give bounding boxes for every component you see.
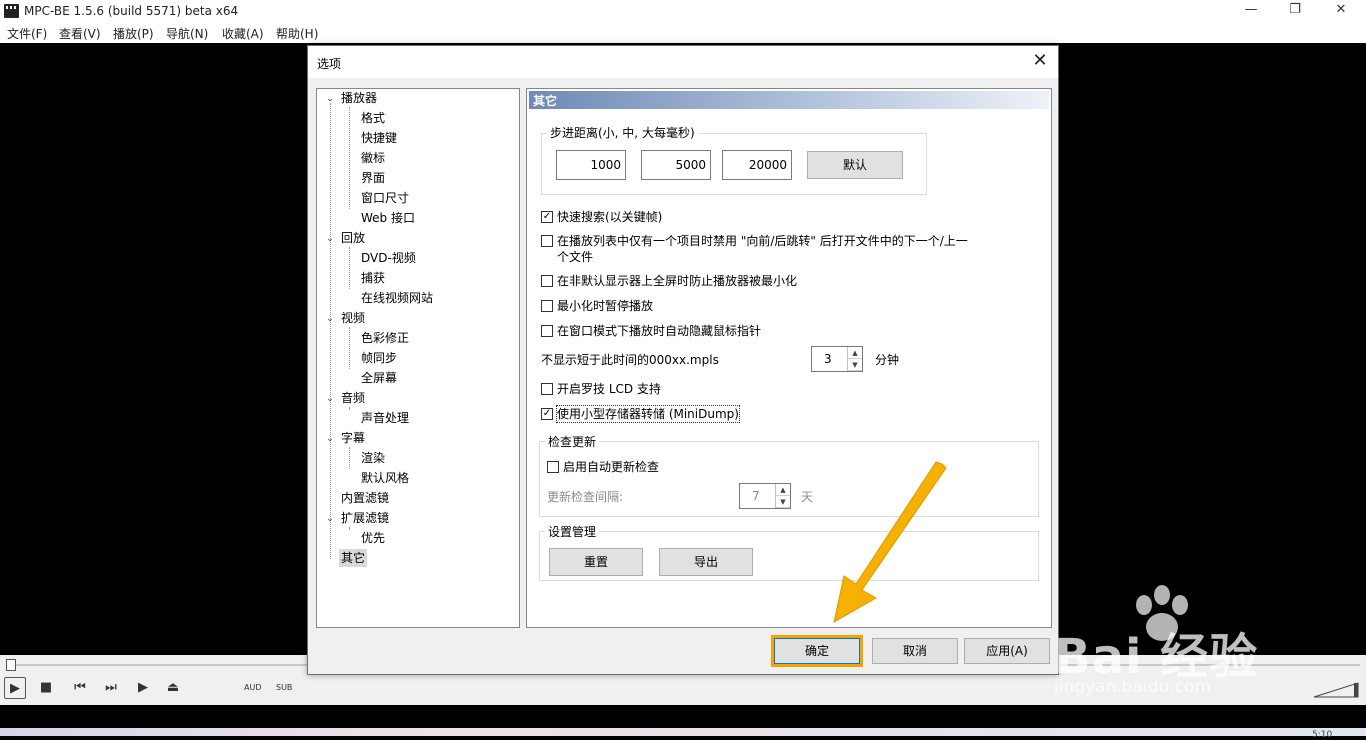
menu-file[interactable]: 文件(F): [7, 25, 47, 42]
step-medium-input[interactable]: 5000: [641, 150, 711, 180]
play-button[interactable]: ▶: [4, 677, 26, 699]
tree-item-formats[interactable]: 格式: [361, 109, 385, 127]
watermark-url: jingyan.baidu.com: [1054, 677, 1211, 697]
update-interval-unit: 天: [801, 490, 814, 504]
audio-track-button[interactable]: AUD: [244, 683, 262, 692]
close-window-button[interactable]: ✕: [1318, 0, 1364, 22]
dialog-titlebar: 选项 ✕: [308, 46, 1058, 78]
tree-item-capture[interactable]: 捕获: [361, 269, 385, 287]
tree-item-video[interactable]: 视频: [341, 309, 365, 327]
menu-navigate[interactable]: 导航(N): [166, 25, 208, 42]
window-title: MPC-BE 1.5.6 (build 5571) beta x64: [24, 4, 239, 18]
cancel-button[interactable]: 取消: [872, 638, 958, 664]
mpls-label: 不显示短于此时间的000xx.mpls: [541, 353, 719, 367]
misc-settings-panel: 其它 步进距离(小, 中, 大每毫秒) 1000 5000 20000 默认 ✓…: [526, 88, 1052, 628]
collapse-icon[interactable]: ⌄: [325, 434, 335, 444]
disable-prev-next-checkbox[interactable]: 在播放列表中仅有一个项目时禁用 "向前/后跳转" 后打开文件中的下一个/上一 个…: [541, 233, 1011, 267]
apply-button[interactable]: 应用(A): [964, 638, 1050, 664]
tree-item-subtitles[interactable]: 字幕: [341, 429, 365, 447]
tree-item-default-style[interactable]: 默认风格: [361, 469, 409, 487]
ok-button[interactable]: 确定: [774, 638, 860, 664]
fast-seek-checkbox[interactable]: ✓ 快速搜索(以关键帧): [541, 209, 921, 227]
mpls-spinner[interactable]: 3 ▲ ▼: [811, 346, 863, 372]
pause-minimized-checkbox[interactable]: 最小化时暂停播放: [541, 298, 841, 316]
tree-item-sound-processing[interactable]: 声音处理: [361, 409, 409, 427]
check-updates-label: 检查更新: [545, 433, 600, 450]
tree-item-fullscreen[interactable]: 全屏幕: [361, 369, 397, 387]
update-interval-spinner: 7 ▲ ▼: [739, 483, 791, 509]
step-large-input[interactable]: 20000: [722, 150, 792, 180]
tree-item-online-video[interactable]: 在线视频网站: [361, 289, 433, 307]
step-default-button[interactable]: 默认: [807, 151, 903, 179]
menubar: 文件(F) 查看(V) 播放(P) 导航(N) 收藏(A) 帮助(H): [0, 22, 1366, 43]
menu-view[interactable]: 查看(V): [59, 25, 101, 42]
tree-item-window-size[interactable]: 窗口尺寸: [361, 189, 409, 207]
tree-item-priority[interactable]: 优先: [361, 529, 385, 547]
menu-favorites[interactable]: 收藏(A): [222, 25, 264, 42]
previous-button[interactable]: ⏮: [69, 677, 91, 699]
collapse-icon[interactable]: ⌄: [325, 514, 335, 524]
hide-cursor-checkbox[interactable]: 在窗口模式下播放时自动隐藏鼠标指针: [541, 323, 941, 341]
collapse-icon[interactable]: ⌄: [325, 394, 335, 404]
baidu-watermark: Bai 经验 jingyan.baidu.com: [1050, 585, 1350, 705]
spin-down-icon: ▼: [776, 496, 790, 508]
tree-item-internal-filters[interactable]: 内置滤镜: [341, 489, 389, 507]
tree-item-logo[interactable]: 徽标: [361, 149, 385, 167]
checkmark-icon: ✓: [541, 211, 553, 223]
spin-down-icon[interactable]: ▼: [848, 359, 862, 371]
seek-handle[interactable]: [6, 659, 16, 671]
panel-header-title: 其它: [533, 94, 558, 108]
collapse-icon[interactable]: ⌄: [325, 314, 335, 324]
maximize-button[interactable]: ❐: [1272, 0, 1318, 22]
window-titlebar: MPC-BE 1.5.6 (build 5571) beta x64 — ❐ ✕: [0, 0, 1366, 22]
auto-update-checkbox[interactable]: 启用自动更新检查: [547, 459, 747, 477]
prevent-minimize-checkbox[interactable]: 在非默认显示器上全屏时防止播放器被最小化: [541, 273, 941, 291]
frame-step-button[interactable]: ▶: [132, 677, 154, 699]
tree-item-interface[interactable]: 界面: [361, 169, 385, 187]
tree-item-player[interactable]: 播放器: [341, 89, 377, 107]
step-distance-label: 步进距离(小, 中, 大每毫秒): [547, 124, 698, 141]
mpls-unit: 分钟: [875, 353, 900, 367]
tree-item-misc[interactable]: 其它: [339, 549, 368, 567]
minidump-checkbox[interactable]: ✓ 使用小型存储器转储 (MiniDump): [541, 405, 841, 424]
tree-item-rendering[interactable]: 渲染: [361, 449, 385, 467]
minimize-button[interactable]: —: [1228, 0, 1274, 22]
mpc-be-app-icon: [4, 4, 19, 18]
subtitle-track-button[interactable]: SUB: [276, 683, 292, 692]
export-button[interactable]: 导出: [659, 548, 753, 576]
step-small-input[interactable]: 1000: [556, 150, 626, 180]
next-button[interactable]: ⏭: [100, 677, 122, 699]
tree-item-dvd[interactable]: DVD-视频: [361, 249, 416, 267]
dialog-close-button[interactable]: ✕: [1028, 50, 1052, 74]
tree-item-color-correction[interactable]: 色彩修正: [361, 329, 409, 347]
spin-up-icon: ▲: [776, 484, 790, 496]
stop-button[interactable]: ■: [35, 677, 57, 699]
eject-button[interactable]: ⏏: [162, 677, 184, 699]
settings-management-label: 设置管理: [545, 523, 600, 540]
annotation-arrow-icon: [833, 461, 947, 623]
checkmark-icon: ✓: [541, 408, 553, 420]
menu-play[interactable]: 播放(P): [113, 25, 154, 42]
taskbar-edge: [0, 728, 1366, 736]
tree-item-external-filters[interactable]: 扩展滤镜: [341, 509, 389, 527]
collapse-icon[interactable]: ⌄: [325, 234, 335, 244]
update-interval-label: 更新检查间隔:: [547, 490, 624, 504]
clock-fragment: 5:10: [1312, 730, 1333, 740]
collapse-icon[interactable]: ⌄: [325, 94, 335, 104]
tree-item-keys[interactable]: 快捷键: [361, 129, 397, 147]
tree-item-sync[interactable]: 帧同步: [361, 349, 397, 367]
options-tree[interactable]: ⌄ 播放器 格式 快捷键 徽标 界面 窗口尺寸 Web 接口 ⌄ 回放 DVD-…: [316, 88, 520, 628]
menu-help[interactable]: 帮助(H): [276, 25, 318, 42]
panel-header: 其它: [529, 91, 1049, 109]
tree-item-playback[interactable]: 回放: [341, 229, 365, 247]
logitech-lcd-checkbox[interactable]: 开启罗技 LCD 支持: [541, 381, 841, 399]
spin-up-icon[interactable]: ▲: [848, 347, 862, 359]
dialog-title: 选项: [317, 57, 342, 71]
tree-item-web-interface[interactable]: Web 接口: [361, 209, 415, 227]
tree-item-audio[interactable]: 音频: [341, 389, 365, 407]
reset-button[interactable]: 重置: [549, 548, 643, 576]
